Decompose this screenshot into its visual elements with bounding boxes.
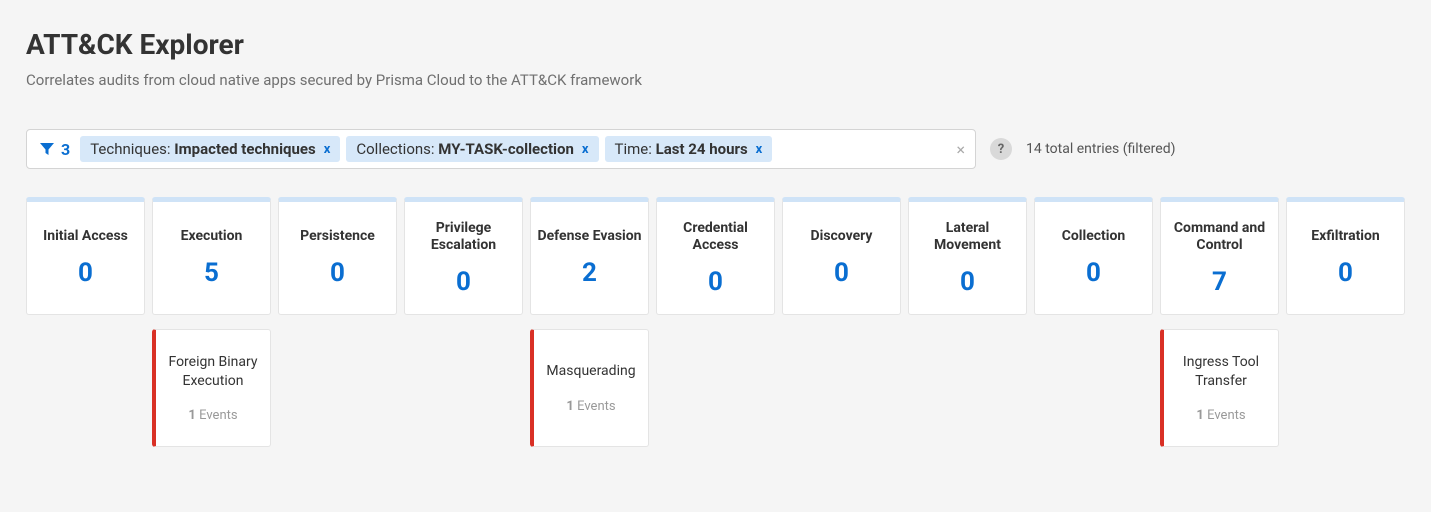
tactic-name: Lateral Movement xyxy=(915,220,1020,255)
tactic-name: Command and Control xyxy=(1167,220,1272,255)
tactic-column: Defense Evasion 2 Masquerading 1 Events xyxy=(530,197,649,447)
tactic-name: Collection xyxy=(1062,228,1126,246)
filter-row: 3 Techniques: Impacted techniques x Coll… xyxy=(26,129,1405,169)
filter-chip-techniques[interactable]: Techniques: Impacted techniques x xyxy=(80,136,340,162)
events-suffix: Events xyxy=(1207,408,1245,423)
technique-name: Foreign Binary Execution xyxy=(162,353,264,389)
technique-events: 1 Events xyxy=(1196,408,1245,423)
tactic-column: Persistence 0 xyxy=(278,197,397,447)
tactic-name: Credential Access xyxy=(663,220,768,255)
technique-events-count: 1 xyxy=(188,408,195,423)
tactic-card[interactable]: Privilege Escalation 0 xyxy=(404,197,523,315)
filter-chip-collections[interactable]: Collections: MY-TASK-collection x xyxy=(346,136,598,162)
tactic-name: Persistence xyxy=(300,228,375,246)
technique-card[interactable]: Foreign Binary Execution 1 Events xyxy=(152,329,271,447)
tactic-card[interactable]: Persistence 0 xyxy=(278,197,397,315)
chip-value: MY-TASK-collection xyxy=(438,140,574,158)
tactic-column: Credential Access 0 xyxy=(656,197,775,447)
chip-label: Collections: xyxy=(356,140,434,158)
technique-card[interactable]: Ingress Tool Transfer 1 Events xyxy=(1160,329,1279,447)
technique-events-count: 1 xyxy=(1196,408,1203,423)
events-suffix: Events xyxy=(577,399,615,414)
chip-value: Impacted techniques xyxy=(174,140,315,158)
tactic-count: 0 xyxy=(1086,258,1101,288)
tactic-card[interactable]: Discovery 0 xyxy=(782,197,901,315)
tactic-count: 0 xyxy=(78,258,93,288)
tactic-count: 0 xyxy=(330,258,345,288)
tactic-column: Command and Control 7 Ingress Tool Transfe… xyxy=(1160,197,1279,447)
filter-funnel[interactable]: 3 xyxy=(35,140,74,159)
tactic-card[interactable]: Command and Control 7 xyxy=(1160,197,1279,315)
tactic-name: Defense Evasion xyxy=(538,228,642,246)
tactic-count: 5 xyxy=(204,258,219,288)
technique-events: 1 Events xyxy=(566,399,615,414)
tactic-column: Privilege Escalation 0 xyxy=(404,197,523,447)
tactic-card[interactable]: Lateral Movement 0 xyxy=(908,197,1027,315)
tactic-count: 0 xyxy=(834,258,849,288)
tactic-name: Execution xyxy=(181,228,243,246)
tactic-name: Exfiltration xyxy=(1311,228,1380,246)
technique-card[interactable]: Masquerading 1 Events xyxy=(530,329,649,447)
tactic-column: Exfiltration 0 xyxy=(1286,197,1405,447)
tactic-name: Privilege Escalation xyxy=(411,220,516,255)
tactic-count: 0 xyxy=(960,267,975,297)
help-icon[interactable]: ? xyxy=(990,138,1012,160)
tactic-column: Collection 0 xyxy=(1034,197,1153,447)
page-subtitle: Correlates audits from cloud native apps… xyxy=(26,71,1405,89)
chip-close-icon[interactable]: x xyxy=(582,142,589,157)
tactics-row: Initial Access 0 Execution 5 Foreign Binary … xyxy=(26,197,1405,447)
tactic-card[interactable]: Collection 0 xyxy=(1034,197,1153,315)
page-title: ATT&CK Explorer xyxy=(26,28,1405,61)
technique-name: Masquerading xyxy=(546,362,635,380)
filter-count: 3 xyxy=(61,140,70,159)
tactic-card[interactable]: Exfiltration 0 xyxy=(1286,197,1405,315)
tactic-column: Discovery 0 xyxy=(782,197,901,447)
tactic-count: 0 xyxy=(1338,258,1353,288)
filter-chip-time[interactable]: Time: Last 24 hours x xyxy=(605,136,773,162)
tactic-column: Initial Access 0 xyxy=(26,197,145,447)
tactic-count: 2 xyxy=(582,258,597,288)
tactic-count: 7 xyxy=(1212,267,1227,297)
tactic-count: 0 xyxy=(456,267,471,297)
funnel-icon xyxy=(39,141,55,157)
tactic-column: Execution 5 Foreign Binary Execution 1 Even… xyxy=(152,197,271,447)
technique-events: 1 Events xyxy=(188,408,237,423)
entries-count-text: 14 total entries (filtered) xyxy=(1026,141,1175,157)
chip-close-icon[interactable]: x xyxy=(324,142,331,157)
events-suffix: Events xyxy=(199,408,237,423)
chip-label: Techniques: xyxy=(90,140,170,158)
technique-name: Ingress Tool Transfer xyxy=(1170,353,1272,389)
tactic-card[interactable]: Defense Evasion 2 xyxy=(530,197,649,315)
chip-value: Last 24 hours xyxy=(656,140,748,158)
tactic-name: Discovery xyxy=(811,228,873,246)
tactic-count: 0 xyxy=(708,267,723,297)
tactic-column: Lateral Movement 0 xyxy=(908,197,1027,447)
tactic-card[interactable]: Execution 5 xyxy=(152,197,271,315)
chip-label: Time: xyxy=(615,140,652,158)
clear-filters-icon[interactable]: × xyxy=(956,140,965,159)
filter-input[interactable]: 3 Techniques: Impacted techniques x Coll… xyxy=(26,129,976,169)
tactic-name: Initial Access xyxy=(43,228,128,246)
tactic-card[interactable]: Initial Access 0 xyxy=(26,197,145,315)
tactic-card[interactable]: Credential Access 0 xyxy=(656,197,775,315)
chip-close-icon[interactable]: x xyxy=(756,142,763,157)
technique-events-count: 1 xyxy=(566,399,573,414)
